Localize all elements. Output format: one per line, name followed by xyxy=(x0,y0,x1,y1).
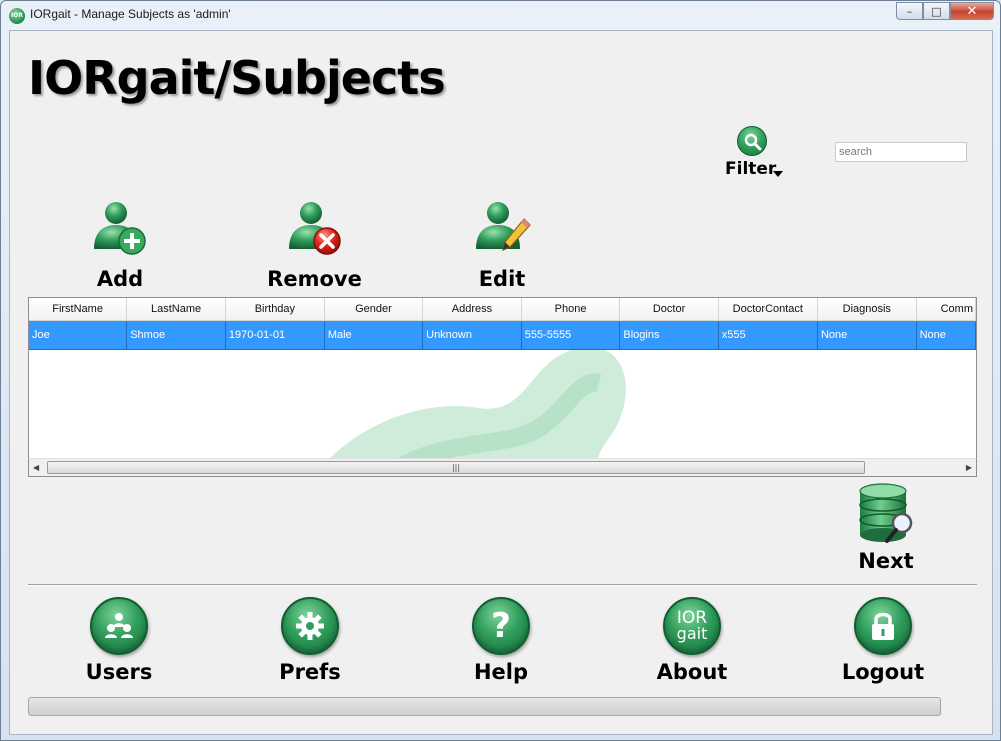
gear-icon xyxy=(281,597,339,655)
remove-label: Remove xyxy=(267,267,362,291)
table-header-row: FirstName LastName Birthday Gender Addre… xyxy=(29,298,976,321)
subjects-grid: FirstName LastName Birthday Gender Addre… xyxy=(29,298,976,350)
minimize-icon: – xyxy=(906,4,913,18)
column-header-diagnosis[interactable]: Diagnosis xyxy=(817,298,917,321)
table-cell[interactable]: 1970-01-01 xyxy=(225,320,325,350)
client-area: IORgait/Subjects Filter search Add Remov… xyxy=(9,30,993,735)
prefs-label: Prefs xyxy=(279,660,341,684)
table-cell[interactable]: Blogins xyxy=(619,320,719,350)
table-row[interactable]: Joe Shmoe 1970-01-01 Male Unknown 555-55… xyxy=(29,320,976,350)
help-button[interactable]: ? Help xyxy=(451,597,551,684)
horizontal-scrollbar[interactable]: ◀ ||| ▶ xyxy=(28,458,977,477)
add-user-icon xyxy=(94,202,146,255)
app-window: IOR IORgait - Manage Subjects as 'admin'… xyxy=(0,0,1001,741)
logout-label: Logout xyxy=(841,660,925,684)
progress-bar xyxy=(28,697,941,716)
logout-button[interactable]: Logout xyxy=(833,597,933,684)
remove-user-icon xyxy=(288,202,341,255)
column-header-birthday[interactable]: Birthday xyxy=(225,298,325,321)
column-header-doctorcontact[interactable]: DoctorContact xyxy=(718,298,818,321)
column-header-lastname[interactable]: LastName xyxy=(126,298,226,321)
chevron-down-icon[interactable] xyxy=(773,171,783,177)
table-cell[interactable]: None xyxy=(817,320,917,350)
close-icon: ✕ xyxy=(966,3,978,19)
scroll-left-icon[interactable]: ◀ xyxy=(33,463,39,472)
table-cell[interactable]: Joe xyxy=(29,320,128,350)
table-cell[interactable]: Unknown xyxy=(422,320,522,350)
app-icon: IOR xyxy=(9,8,25,24)
table-cell[interactable]: 555-5555 xyxy=(521,320,621,350)
about-label: About xyxy=(656,660,728,684)
scrollbar-thumb[interactable]: ||| xyxy=(47,461,865,474)
scroll-right-icon[interactable]: ▶ xyxy=(966,463,972,472)
add-button[interactable]: Add xyxy=(80,197,160,291)
filter-label[interactable]: Filter xyxy=(725,159,776,179)
edit-button[interactable]: Edit xyxy=(462,197,542,291)
ior-gait-logo-icon: IOR gait xyxy=(663,597,721,655)
users-icon xyxy=(90,597,148,655)
column-header-gender[interactable]: Gender xyxy=(324,298,424,321)
subjects-table[interactable]: FirstName LastName Birthday Gender Addre… xyxy=(28,297,977,477)
maximize-button[interactable]: □ xyxy=(923,2,950,20)
next-label: Next xyxy=(858,549,914,573)
filter-button[interactable] xyxy=(737,126,767,156)
title-bar[interactable]: IOR IORgait - Manage Subjects as 'admin'… xyxy=(1,1,1000,29)
column-header-firstname[interactable]: FirstName xyxy=(29,298,128,321)
minimize-button[interactable]: – xyxy=(896,2,923,20)
edit-label: Edit xyxy=(478,267,526,291)
add-label: Add xyxy=(96,267,144,291)
table-cell[interactable]: Shmoe xyxy=(126,320,226,350)
logo-text-gait: gait xyxy=(676,624,708,643)
users-label: Users xyxy=(85,660,153,684)
users-button[interactable]: Users xyxy=(69,597,169,684)
window-controls: – □ ✕ xyxy=(896,2,994,20)
lock-icon xyxy=(854,597,912,655)
close-button[interactable]: ✕ xyxy=(950,2,994,20)
maximize-icon: □ xyxy=(931,4,942,18)
column-header-address[interactable]: Address xyxy=(422,298,522,321)
help-label: Help xyxy=(473,660,529,684)
column-header-doctor[interactable]: Doctor xyxy=(619,298,719,321)
search-input[interactable] xyxy=(835,142,967,162)
next-button[interactable]: Next xyxy=(848,483,924,573)
magnifier-icon xyxy=(744,133,762,151)
database-search-icon xyxy=(859,483,913,543)
window-title: IORgait - Manage Subjects as 'admin' xyxy=(30,7,231,21)
remove-button[interactable]: Remove xyxy=(262,197,367,291)
prefs-button[interactable]: Prefs xyxy=(260,597,360,684)
column-header-phone[interactable]: Phone xyxy=(521,298,621,321)
background-watermark xyxy=(313,346,626,476)
page-title: IORgait/Subjects xyxy=(28,51,446,105)
question-icon: ? xyxy=(472,597,530,655)
about-button[interactable]: IOR gait About xyxy=(642,597,742,684)
table-cell[interactable]: x555 xyxy=(718,320,818,350)
table-cell[interactable]: None xyxy=(916,320,976,350)
column-header-comments[interactable]: Comm xyxy=(916,298,976,321)
edit-user-icon xyxy=(476,202,531,252)
table-cell[interactable]: Male xyxy=(324,320,424,350)
separator xyxy=(28,584,977,586)
question-glyph: ? xyxy=(491,606,511,646)
